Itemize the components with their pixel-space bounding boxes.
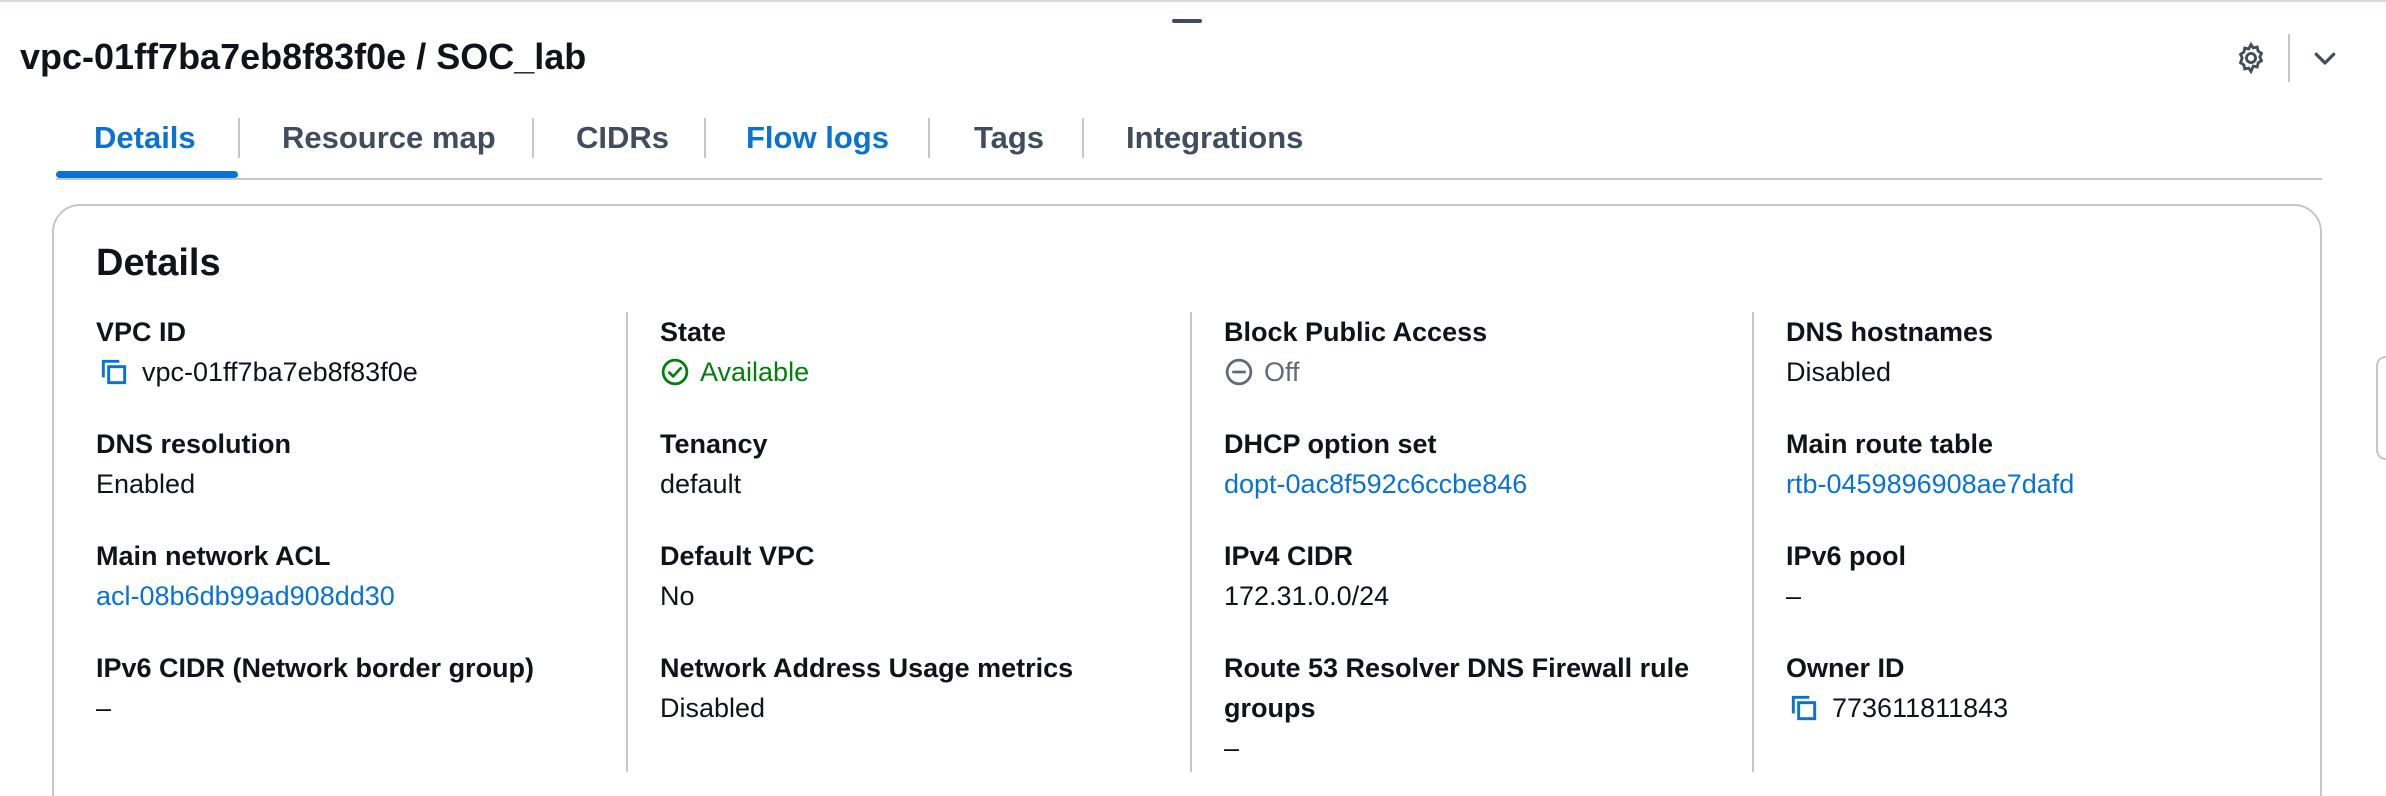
field-label: Main route table [1786, 429, 1994, 459]
side-panel-toggle[interactable] [2376, 356, 2386, 460]
field-value: – [1224, 733, 1240, 763]
field-value: – [1786, 581, 1802, 611]
copy-icon[interactable] [1786, 690, 1822, 726]
header-divider [2288, 34, 2290, 82]
dhcp-options-link[interactable]: dopt-0ac8f592c6ccbe846 [1224, 464, 1527, 504]
field-label: DNS hostnames [1786, 317, 1994, 347]
tab-bar-underline [56, 178, 2322, 180]
field-label: Main network ACL [96, 541, 331, 571]
tab-separator [532, 118, 534, 158]
field-value: 773611811843 [1832, 693, 2009, 723]
panel-top-border [0, 0, 2386, 2]
field-label-continued: groups [1224, 693, 1316, 723]
field-value: Disabled [1786, 357, 1892, 387]
field-label: IPv4 CIDR [1224, 541, 1354, 571]
details-container: Details VPC ID vpc-01ff7ba7eb8f83f0e DNS… [52, 204, 2322, 796]
tab-bar: Details Resource map CIDRs Flow logs Tag… [56, 110, 2322, 178]
active-tab-indicator [56, 171, 238, 178]
tab-separator [1082, 118, 1084, 158]
field-ipv6-pool: IPv6 pool – [1786, 536, 1906, 616]
vpc-detail-panel: vpc-01ff7ba7eb8f83f0e / SOC_lab Details … [0, 0, 2386, 796]
field-value: 172.31.0.0/24 [1224, 581, 1390, 611]
field-dns-resolution: DNS resolution Enabled [96, 424, 291, 504]
tab-separator [238, 118, 240, 158]
network-acl-link[interactable]: acl-08b6db99ad908dd30 [96, 576, 395, 616]
field-ipv4-cidr: IPv4 CIDR 172.31.0.0/24 [1224, 536, 1389, 616]
tab-resource-map[interactable]: Resource map [282, 120, 496, 156]
field-label: IPv6 CIDR (Network border group) [96, 653, 535, 683]
field-dns-hostnames: DNS hostnames Disabled [1786, 312, 1993, 392]
copy-icon[interactable] [96, 354, 132, 390]
field-label: Route 53 Resolver DNS Firewall rule [1224, 653, 1690, 683]
field-vpc-id: VPC ID vpc-01ff7ba7eb8f83f0e [96, 312, 418, 392]
field-label: Tenancy [660, 429, 768, 459]
field-state: State Available [660, 312, 809, 392]
field-label: Block Public Access [1224, 317, 1488, 347]
settings-gear-icon[interactable] [2231, 38, 2271, 78]
field-owner-id: Owner ID 773611811843 [1786, 648, 2008, 728]
field-label: State [660, 317, 727, 347]
field-value: vpc-01ff7ba7eb8f83f0e [142, 357, 418, 387]
tab-flow-logs[interactable]: Flow logs [746, 120, 889, 156]
chevron-down-icon[interactable] [2305, 38, 2345, 78]
field-nau-metrics: Network Address Usage metrics Disabled [660, 648, 1073, 728]
route-table-link[interactable]: rtb-0459896908ae7dafd [1786, 464, 2074, 504]
tab-separator [928, 118, 930, 158]
off-status-icon [1224, 357, 1254, 387]
field-value: default [660, 469, 742, 499]
column-divider [626, 312, 628, 772]
column-divider [1752, 312, 1754, 772]
field-route53-firewall: Route 53 Resolver DNS Firewall rule grou… [1224, 648, 1689, 768]
tab-separator [704, 118, 706, 158]
field-label: IPv6 pool [1786, 541, 1907, 571]
field-label: Network Address Usage metrics [660, 653, 1074, 683]
field-label: DNS resolution [96, 429, 292, 459]
field-value: Disabled [660, 693, 766, 723]
tab-tags[interactable]: Tags [974, 120, 1044, 156]
field-dhcp-option-set: DHCP option set dopt-0ac8f592c6ccbe846 [1224, 424, 1527, 504]
page-title: vpc-01ff7ba7eb8f83f0e / SOC_lab [20, 36, 587, 77]
resize-handle[interactable] [1172, 19, 1202, 23]
field-label: Default VPC [660, 541, 815, 571]
tab-cidrs[interactable]: CIDRs [576, 120, 669, 156]
details-heading: Details [96, 242, 221, 284]
status-badge: Off [1264, 357, 1300, 387]
field-ipv6-cidr: IPv6 CIDR (Network border group) – [96, 648, 534, 728]
tab-details[interactable]: Details [94, 120, 196, 156]
field-value: Enabled [96, 469, 196, 499]
field-label: VPC ID [96, 317, 187, 347]
field-label: DHCP option set [1224, 429, 1437, 459]
field-main-route-table: Main route table rtb-0459896908ae7dafd [1786, 424, 2074, 504]
check-circle-icon [660, 357, 690, 387]
field-value: No [660, 581, 695, 611]
field-value: – [96, 693, 112, 723]
field-main-network-acl: Main network ACL acl-08b6db99ad908dd30 [96, 536, 395, 616]
tab-integrations[interactable]: Integrations [1126, 120, 1303, 156]
status-badge: Available [700, 357, 810, 387]
field-block-public-access: Block Public Access Off [1224, 312, 1487, 392]
field-default-vpc: Default VPC No [660, 536, 815, 616]
field-label: Owner ID [1786, 653, 1905, 683]
field-tenancy: Tenancy default [660, 424, 768, 504]
column-divider [1190, 312, 1192, 772]
